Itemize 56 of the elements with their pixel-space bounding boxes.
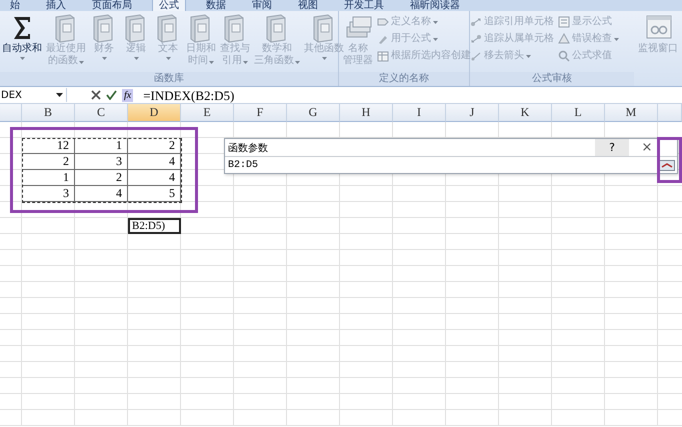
group-title: 定义的名称 xyxy=(379,72,429,86)
pen-icon xyxy=(377,33,389,45)
help-button[interactable]: ? xyxy=(595,139,629,156)
expand-dialog-icon xyxy=(659,160,675,170)
table-cell: 2 xyxy=(22,154,75,170)
column-header[interactable]: M xyxy=(605,104,658,122)
ribbon-tab[interactable]: 公式 xyxy=(152,0,186,11)
table-cell: 4 xyxy=(75,186,128,202)
column-header[interactable]: E xyxy=(181,104,234,122)
ribbon-tab[interactable]: 开发工具 xyxy=(338,0,390,11)
ribbon-button[interactable]: 自动求和 xyxy=(0,13,44,60)
column-header[interactable]: F xyxy=(234,104,287,122)
formula-sheet-icon xyxy=(558,16,570,28)
magnifier-icon xyxy=(558,50,570,62)
column-header[interactable]: I xyxy=(393,104,446,122)
table-cell: 3 xyxy=(22,186,75,202)
ribbon-tab[interactable]: 页面布局 xyxy=(86,0,138,11)
column-header[interactable]: H xyxy=(340,104,393,122)
ribbon-tab[interactable]: 插入 xyxy=(40,0,72,11)
warning-icon xyxy=(558,33,570,45)
dialog-title: 函数参数 xyxy=(227,142,269,154)
group-title: 公式审核 xyxy=(532,72,572,86)
table-cell: 4 xyxy=(128,154,181,170)
group-title: 函数库 xyxy=(154,72,184,86)
ribbon-tab[interactable]: 始 xyxy=(4,0,26,11)
table-cell: 2 xyxy=(128,138,181,154)
table-cell: 1 xyxy=(22,170,75,186)
ribbon-tab[interactable]: 福昕阅读器 xyxy=(404,0,466,11)
table-cell: 3 xyxy=(75,154,128,170)
close-button[interactable]: × xyxy=(641,139,653,156)
insert-function-button[interactable]: fx xyxy=(122,88,134,102)
table-icon xyxy=(377,50,389,62)
range-input[interactable]: B2:D5 xyxy=(228,158,655,172)
ribbon-tab[interactable]: 视图 xyxy=(292,0,324,11)
column-header[interactable]: G xyxy=(287,104,340,122)
column-header[interactable]: C xyxy=(75,104,128,122)
highlight-frame xyxy=(657,137,682,183)
table-cell: 5 xyxy=(128,186,181,202)
table-cell: 1 xyxy=(75,138,128,154)
table-cell: 4 xyxy=(128,170,181,186)
column-header[interactable]: B xyxy=(22,104,75,122)
column-header[interactable]: J xyxy=(446,104,499,122)
tag-icon xyxy=(377,16,389,28)
table-cell: 12 xyxy=(22,138,75,154)
name-box[interactable]: DEX xyxy=(0,88,67,102)
ribbon-tab[interactable]: 数据 xyxy=(200,0,232,11)
column-header[interactable]: L xyxy=(552,104,605,122)
column-header[interactable]: D xyxy=(128,104,181,122)
editing-cell[interactable]: B2:D5) xyxy=(128,218,181,234)
column-header[interactable] xyxy=(658,104,682,122)
column-header[interactable]: K xyxy=(499,104,552,122)
dropdown-icon xyxy=(56,93,63,97)
enter-icon xyxy=(106,90,117,100)
table-cell: 2 xyxy=(75,170,128,186)
cancel-icon xyxy=(91,90,101,100)
formula-field[interactable]: =INDEX(B2:D5) xyxy=(139,88,682,102)
